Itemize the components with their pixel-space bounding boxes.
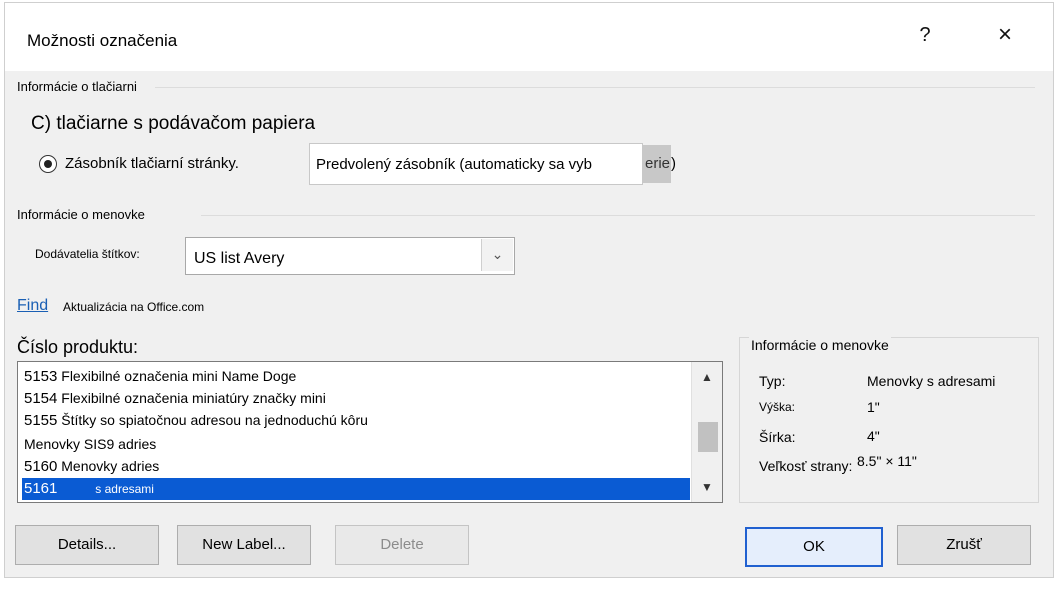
tray-select-tail: ) xyxy=(671,155,676,172)
label-info-heading: Informácie o menovke xyxy=(17,207,145,222)
new-label-button[interactable]: New Label... xyxy=(177,525,311,565)
tray-select[interactable]: Predvolený zásobník (automaticky sa vyb xyxy=(309,143,643,185)
scrollbar-thumb[interactable] xyxy=(698,422,718,452)
page-size-label: Veľkosť strany: xyxy=(759,458,853,474)
label-vendor-value: US list Avery xyxy=(194,250,285,267)
type-value: Menovky s adresami xyxy=(867,373,996,389)
cancel-button[interactable]: Zrušť xyxy=(897,525,1031,565)
list-item[interactable]: Menovky SIS9 adries xyxy=(24,436,156,452)
ok-button[interactable]: OK xyxy=(745,527,883,567)
vendor-label: Dodávatelia štítkov: xyxy=(35,247,140,261)
office-update-text: Aktualizácia na Office.com xyxy=(63,300,205,314)
width-label: Šírka: xyxy=(759,429,796,445)
height-value: 1" xyxy=(867,399,880,415)
list-item[interactable]: 5154 Flexibilné označenia miniatúry znač… xyxy=(24,390,326,407)
printer-type-label: C) tlačiarne s podávačom papiera xyxy=(31,113,316,134)
tray-select-value: Predvolený zásobník (automaticky sa vyb xyxy=(316,156,592,173)
list-item[interactable]: 5155 Štítky so spiatočnou adresou na jed… xyxy=(24,412,368,429)
chevron-down-icon[interactable]: ⌄ xyxy=(481,239,513,271)
details-button[interactable]: Details... xyxy=(15,525,159,565)
type-label: Typ: xyxy=(759,373,786,389)
tray-dropdown-button[interactable]: erie xyxy=(643,145,671,183)
find-link[interactable]: Find xyxy=(17,297,48,315)
tray-label: Zásobník tlačiarní stránky. xyxy=(65,155,239,172)
page-size-value: 8.5" × 11" xyxy=(857,453,917,469)
dialog-title: Možnosti označenia xyxy=(27,31,178,50)
product-number-label: Číslo produktu: xyxy=(17,337,139,357)
help-icon[interactable]: ? xyxy=(903,17,947,53)
tray-dropdown-text: erie xyxy=(645,155,671,172)
section-divider xyxy=(201,215,1035,216)
close-icon[interactable]: × xyxy=(983,17,1027,53)
label-details-group xyxy=(739,337,1039,503)
label-details-title: Informácie o menovke xyxy=(749,337,891,353)
delete-button[interactable]: Delete xyxy=(335,525,469,565)
chevron-down-icon[interactable]: ▼ xyxy=(692,474,722,500)
width-value: 4" xyxy=(867,428,880,444)
list-item[interactable]: 5153 Flexibilné označenia mini Name Doge xyxy=(24,368,296,385)
title-bar: Možnosti označenia ? × xyxy=(5,3,1053,71)
section-divider xyxy=(155,87,1035,88)
list-item-selected[interactable]: 5161 s adresami xyxy=(22,478,690,500)
tray-radio-button[interactable] xyxy=(39,155,57,173)
height-label: Výška: xyxy=(759,400,796,414)
list-scrollbar[interactable]: ▲ ▼ xyxy=(691,362,722,502)
label-options-dialog: Možnosti označenia ? × Informácie o tlač… xyxy=(4,2,1054,578)
product-number-list[interactable]: 5153 Flexibilné označenia mini Name Doge… xyxy=(17,361,723,503)
list-item[interactable]: 5160 Menovky adries xyxy=(24,458,159,475)
label-vendor-select[interactable]: US list Avery xyxy=(185,237,515,275)
chevron-up-icon[interactable]: ▲ xyxy=(692,364,722,390)
printer-info-heading: Informácie o tlačiarni xyxy=(17,79,137,94)
